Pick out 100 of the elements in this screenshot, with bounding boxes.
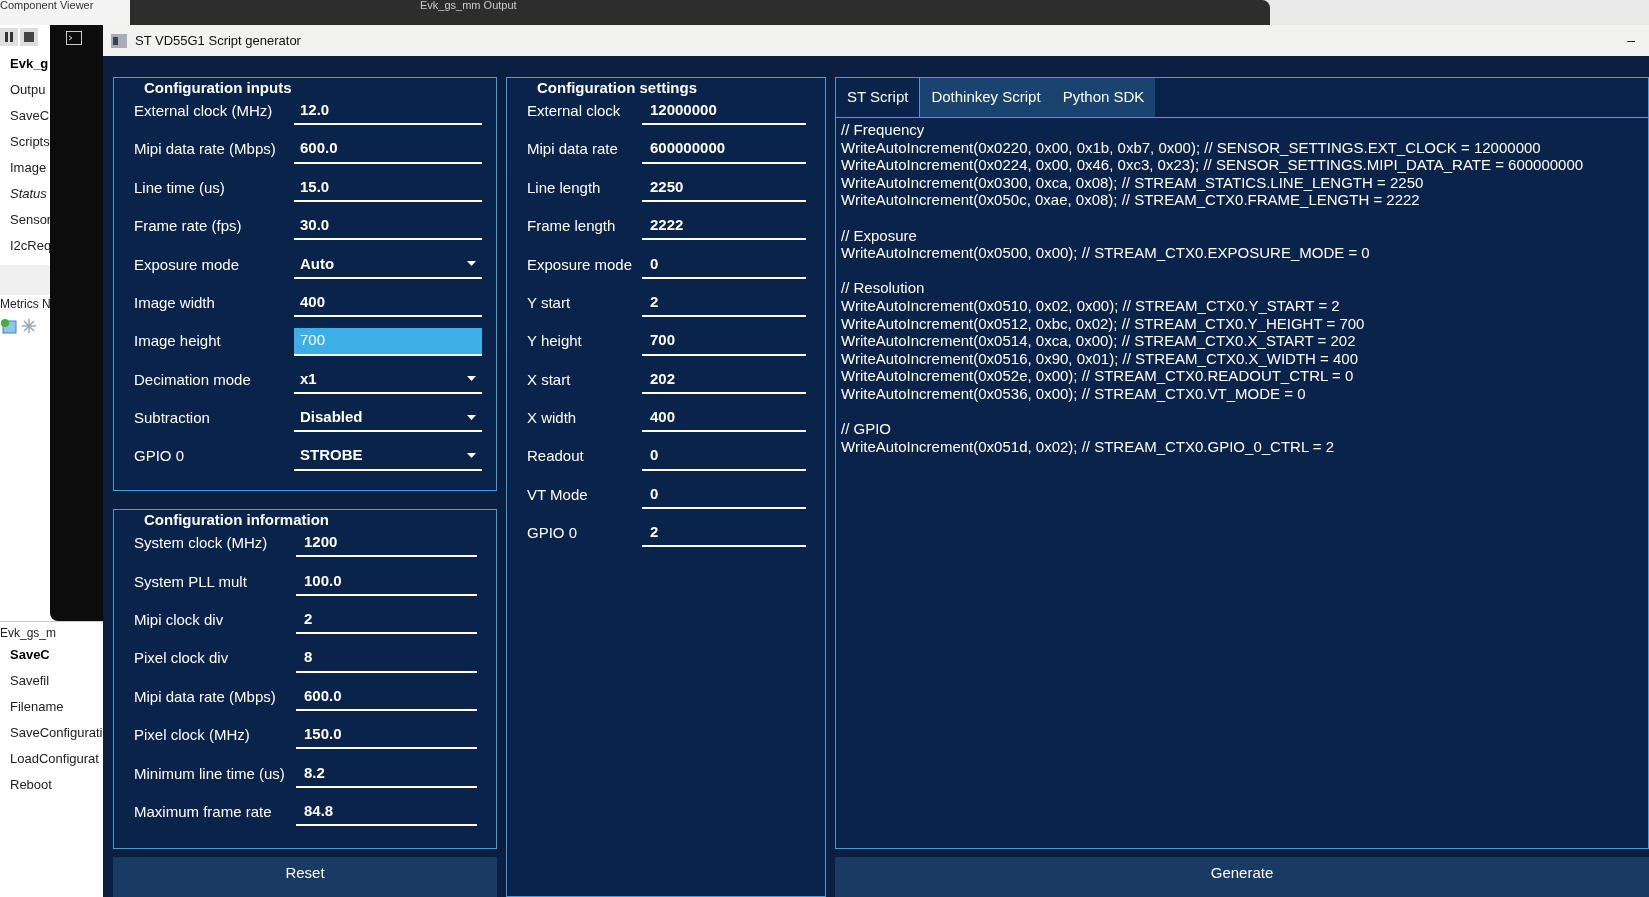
value-field: 1200 xyxy=(296,529,477,558)
field-label: External clock (MHz) xyxy=(134,100,274,121)
field-label: System PLL mult xyxy=(134,571,248,592)
tree-item[interactable]: SaveC xyxy=(10,642,103,668)
value-field: 0 xyxy=(642,250,806,279)
field-label: Mipi clock div xyxy=(134,609,225,630)
field-label: Maximum frame rate xyxy=(134,801,273,822)
value-field: 0 xyxy=(642,442,806,471)
tree-item[interactable]: SaveConfigurati xyxy=(10,720,103,746)
group-title: Configuration settings xyxy=(536,81,698,95)
script-line: WriteAutoIncrement(0x0224, 0x00, 0x46, 0xc3, 0x23); // SENSOR_SETTINGS.MIPI_DATA_RATE = 600000000 xyxy=(841,156,1585,174)
script-line: // GPIO xyxy=(841,420,892,438)
field-label: X start xyxy=(527,369,572,390)
input-field[interactable]: 30.0 xyxy=(294,212,482,241)
tree-item[interactable]: I2cReq xyxy=(10,233,50,259)
field-label: Subtraction xyxy=(134,408,211,429)
field-label: GPIO 0 xyxy=(527,523,579,544)
value-field: 8 xyxy=(296,644,477,673)
dropdown-caret-icon xyxy=(467,414,476,420)
value-field: 600.0 xyxy=(296,682,477,711)
field-label: Decimation mode xyxy=(134,369,252,390)
field-label: Exposure mode xyxy=(134,254,241,275)
add-icon[interactable] xyxy=(0,317,18,335)
tree-item[interactable]: Sensor xyxy=(10,207,50,233)
value-field: 2222 xyxy=(642,212,806,241)
field-label: Frame length xyxy=(527,216,617,237)
tree-item[interactable]: Evk_g xyxy=(10,51,50,77)
minimize-button[interactable]: – xyxy=(1627,30,1635,51)
app-icon xyxy=(111,33,127,48)
tree-item[interactable]: SaveC xyxy=(10,103,50,129)
value-field: 84.8 xyxy=(296,798,477,827)
field-label: Pixel clock (MHz) xyxy=(134,725,251,746)
input-field[interactable]: 15.0 xyxy=(294,173,482,202)
stop-icon[interactable] xyxy=(20,28,38,46)
tree-item[interactable]: Outpu xyxy=(10,77,50,103)
value-field: 2 xyxy=(296,606,477,635)
value-field: 700 xyxy=(642,327,806,356)
input-field[interactable]: 400 xyxy=(294,289,482,318)
field-label: Frame rate (fps) xyxy=(134,216,243,237)
field-label: Y start xyxy=(527,292,572,313)
value-field: 100.0 xyxy=(296,567,477,596)
dropdown[interactable]: STROBE xyxy=(294,442,482,471)
field-label: Mipi data rate (Mbps) xyxy=(134,686,277,707)
field-label: Line time (us) xyxy=(134,177,226,198)
dropdown[interactable]: x1 xyxy=(294,365,482,394)
script-line: WriteAutoIncrement(0x0500, 0x00); // STREAM_CTX0.EXPOSURE_MODE = 0 xyxy=(841,244,1371,262)
window-title: ST VD55G1 Script generator xyxy=(135,31,302,50)
script-line: WriteAutoIncrement(0x0220, 0x00, 0x1b, 0xb7, 0x00); // SENSOR_SETTINGS.EXT_CLOCK = 12000000 xyxy=(841,138,1542,157)
dropdown[interactable]: Disabled xyxy=(294,404,482,433)
field-label: Image height xyxy=(134,331,222,352)
script-line: // Frequency xyxy=(841,121,926,139)
group-title: Configuration inputs xyxy=(143,81,293,95)
tree-item[interactable]: Image xyxy=(10,155,50,181)
script-line: // Resolution xyxy=(841,279,926,297)
value-field: 12000000 xyxy=(642,97,806,126)
script-line: WriteAutoIncrement(0x0516, 0x90, 0x01); // STREAM_CTX0.X_WIDTH = 400 xyxy=(841,349,1360,368)
script-line: WriteAutoIncrement(0x0512, 0xbc, 0x02); // STREAM_CTX0.Y_HEIGHT = 700 xyxy=(841,314,1366,333)
pause-icon[interactable] xyxy=(0,28,18,46)
group-title: Configuration information xyxy=(143,513,330,528)
field-label: External clock xyxy=(527,100,622,121)
input-field[interactable]: 12.0 xyxy=(294,97,482,126)
output-title: Evk_gs_mm Output xyxy=(420,0,517,11)
field-label: Line length xyxy=(527,177,602,198)
value-field: 8.2 xyxy=(296,759,477,788)
field-label: Pixel clock div xyxy=(134,648,230,669)
console-icon xyxy=(66,31,82,45)
tree-item[interactable]: LoadConfigurat xyxy=(10,746,103,772)
value-field: 2 xyxy=(642,519,806,548)
tab[interactable]: Python SDK xyxy=(1051,78,1156,117)
dropdown-caret-icon xyxy=(467,261,476,267)
value-field: 0 xyxy=(642,481,806,510)
tree-item[interactable]: Savefil xyxy=(10,668,103,694)
reset-button[interactable]: Reset xyxy=(113,857,497,897)
value-field: 202 xyxy=(642,365,806,394)
panel-header xyxy=(0,265,50,295)
script-line: WriteAutoIncrement(0x0536, 0x00); // STREAM_CTX0.VT_MODE = 0 xyxy=(841,384,1307,403)
field-label: Minimum line time (us) xyxy=(134,763,286,784)
field-label: Y height xyxy=(527,331,583,352)
field-label: X width xyxy=(527,408,578,429)
tree-item[interactable]: Filename xyxy=(10,694,103,720)
field-label: VT Mode xyxy=(527,484,589,505)
field-label: Mipi data rate (Mbps) xyxy=(134,139,277,160)
generate-button[interactable]: Generate xyxy=(835,857,1649,897)
tree-item[interactable]: Scripts xyxy=(10,129,50,155)
tree-item[interactable]: Reboot xyxy=(10,772,103,798)
script-line: WriteAutoIncrement(0x0510, 0x02, 0x00); // STREAM_CTX0.Y_START = 2 xyxy=(841,296,1341,315)
value-field: 600000000 xyxy=(642,135,806,164)
panel-title: Metrics N xyxy=(0,296,50,313)
tab[interactable]: Dothinkey Script xyxy=(920,78,1052,117)
input-field[interactable]: 600.0 xyxy=(294,135,482,164)
dropdown[interactable]: Auto xyxy=(294,250,482,279)
dropdown-caret-icon xyxy=(467,453,476,459)
tree-item[interactable]: Status xyxy=(10,181,50,207)
field-label: System clock (MHz) xyxy=(134,533,269,554)
value-field: 150.0 xyxy=(296,721,477,750)
script-line: WriteAutoIncrement(0x0514, 0xca, 0x00); // STREAM_CTX0.X_START = 202 xyxy=(841,332,1357,350)
field-label: Exposure mode xyxy=(527,254,634,275)
value-field: 2250 xyxy=(642,173,806,202)
field-label: GPIO 0 xyxy=(134,446,186,467)
dropdown-caret-icon xyxy=(467,376,476,382)
